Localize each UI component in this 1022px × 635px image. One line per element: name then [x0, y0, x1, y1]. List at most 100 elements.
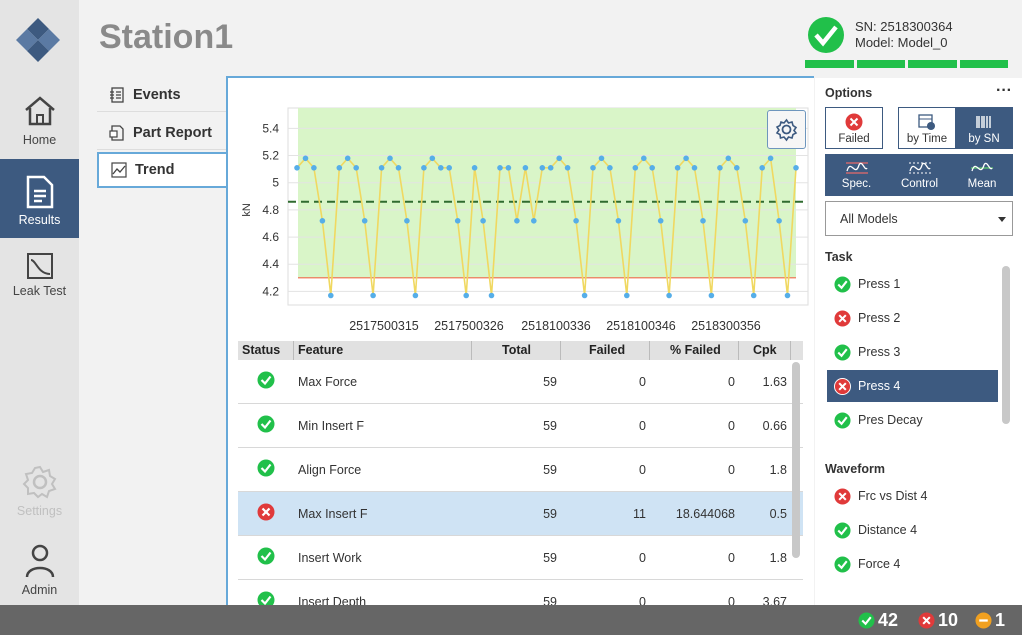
data-point — [395, 165, 402, 171]
tab-part-report[interactable]: Part Report — [97, 116, 227, 150]
control-button[interactable]: Control — [888, 154, 951, 196]
nav-home-label: Home — [22, 133, 57, 147]
model-name: Model: Model_0 — [855, 35, 948, 50]
table-row[interactable]: Insert Depth 59 0 0 3.67 — [238, 580, 803, 605]
table-row[interactable]: Insert Work 59 0 0 1.8 — [238, 536, 803, 580]
task-item[interactable]: Press 3 — [827, 336, 998, 368]
pass-icon — [834, 555, 851, 573]
table-scrollbar[interactable] — [792, 362, 800, 558]
gear-icon — [775, 118, 798, 142]
col-failed[interactable]: Failed — [561, 341, 650, 360]
gear-icon — [22, 465, 56, 499]
by-time-button[interactable]: by Time — [898, 107, 956, 149]
y-tick-label: 4.8 — [262, 203, 279, 217]
control-wave-icon — [908, 162, 931, 174]
tab-events[interactable]: Events — [97, 78, 227, 112]
nav-settings-label: Settings — [16, 504, 63, 518]
cell-pct: 0 — [728, 374, 735, 389]
col-pct-failed[interactable]: % Failed — [650, 341, 739, 360]
data-point — [708, 292, 715, 299]
nav-results[interactable]: Results — [0, 159, 79, 238]
nav-home[interactable]: Home — [0, 93, 79, 153]
data-point — [674, 165, 681, 171]
waveform-item[interactable]: Distance 4 — [827, 514, 998, 546]
cell-feature: Max Insert F — [298, 506, 368, 521]
user-icon — [25, 544, 54, 578]
nav-admin[interactable]: Admin — [0, 543, 79, 601]
model-select[interactable]: All Models — [825, 201, 1013, 236]
filter-failed-button[interactable]: Failed — [825, 107, 883, 149]
table-row[interactable]: Align Force 59 0 0 1.8 — [238, 448, 803, 492]
data-point — [361, 218, 368, 224]
data-point — [759, 165, 765, 171]
data-point — [463, 292, 469, 299]
pass-count: 42 — [858, 610, 898, 631]
logo — [16, 18, 60, 62]
cell-failed: 0 — [639, 594, 646, 606]
feature-table: Status Feature Total Failed % Failed Cpk… — [238, 341, 803, 605]
nav-leak-test[interactable]: Leak Test — [0, 252, 79, 302]
data-point — [624, 292, 630, 299]
by-sn-label: by SN — [968, 133, 1000, 145]
row-status — [238, 591, 294, 605]
data-point — [353, 165, 359, 171]
col-feature[interactable]: Feature — [294, 341, 472, 360]
table-row[interactable]: Min Insert F 59 0 0 0.66 — [238, 404, 803, 448]
events-icon — [110, 86, 124, 103]
data-point — [734, 165, 740, 171]
task-scrollbar[interactable] — [1002, 266, 1010, 424]
data-point — [564, 165, 571, 171]
data-point — [717, 165, 723, 171]
data-point — [488, 292, 495, 299]
y-tick-label: 4.4 — [262, 257, 279, 271]
by-sn-button[interactable]: by SN — [955, 107, 1013, 149]
task-section-title: Task — [825, 250, 853, 264]
trend-chart: 5.4 5.2 5 4.8 4.6 4.4 4.2 kN 2517500315 251750032… — [241, 107, 809, 333]
cell-cpk: 1.63 — [762, 374, 787, 389]
data-point — [793, 165, 799, 171]
tab-trend-label: Trend — [135, 162, 175, 178]
nav-settings[interactable]: Settings — [0, 464, 79, 520]
table-row[interactable]: Max Insert F 59 11 18.644068 0.5 — [238, 492, 803, 536]
cell-total: 59 — [543, 550, 557, 565]
row-status — [238, 459, 294, 480]
spec-wave-icon — [845, 162, 868, 174]
table-row[interactable]: Max Force 59 0 0 1.63 — [238, 360, 803, 404]
data-point — [370, 292, 376, 299]
tab-trend[interactable]: Trend — [97, 152, 227, 188]
data-point — [438, 165, 444, 171]
more-options-button[interactable]: ··· — [996, 82, 1012, 100]
pass-icon — [257, 459, 275, 477]
data-point — [641, 155, 647, 162]
fail-icon — [845, 113, 863, 131]
data-point — [700, 218, 706, 224]
serial-number: SN: 2518300364 — [855, 19, 953, 34]
item-label: Press 2 — [858, 311, 901, 325]
waveform-item[interactable]: Frc vs Dist 4 — [827, 480, 998, 512]
waveform-item[interactable]: Force 4 — [827, 548, 998, 580]
chart-settings-button[interactable] — [767, 110, 806, 149]
waveform-section-title: Waveform — [825, 462, 885, 476]
data-point — [539, 165, 546, 171]
data-point — [497, 165, 503, 171]
data-point — [767, 155, 774, 162]
data-point — [615, 218, 622, 224]
cell-failed: 0 — [639, 374, 646, 389]
col-cpk[interactable]: Cpk — [739, 341, 791, 360]
spec-button[interactable]: Spec. — [825, 154, 888, 196]
task-item[interactable]: Press 4 — [827, 370, 998, 402]
task-item[interactable]: Press 1 — [827, 268, 998, 300]
data-point — [547, 165, 554, 171]
fail-icon — [257, 503, 275, 521]
task-item[interactable]: Pres Decay — [827, 404, 998, 436]
pass-icon — [834, 411, 851, 429]
task-item[interactable]: Press 2 — [827, 302, 998, 334]
data-point — [514, 218, 520, 224]
mean-button[interactable]: Mean — [951, 154, 1013, 196]
col-status[interactable]: Status — [238, 341, 294, 360]
pass-icon — [834, 343, 851, 361]
by-time-label: by Time — [906, 133, 948, 145]
col-total[interactable]: Total — [472, 341, 561, 360]
y-tick-label: 5 — [272, 176, 279, 190]
home-icon — [24, 96, 55, 126]
